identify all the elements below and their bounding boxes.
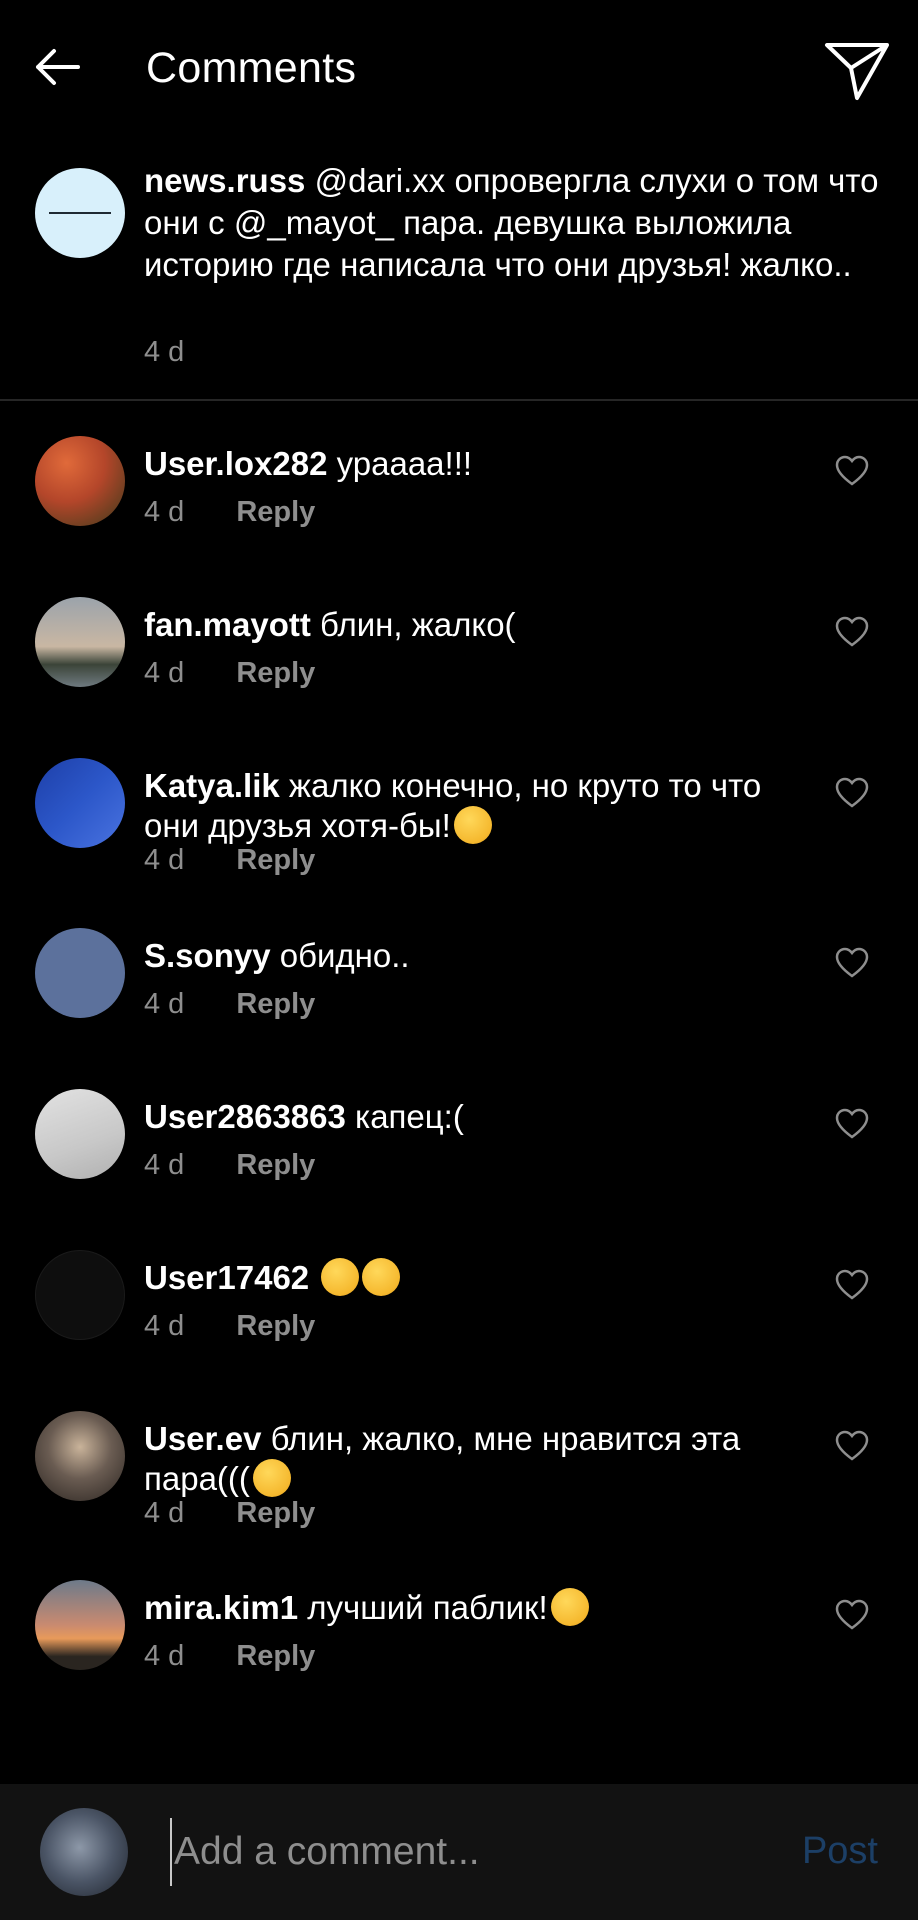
comment-input[interactable] [170,1818,730,1886]
comment-meta: 4 d Reply [144,657,315,690]
comment-username[interactable]: fan.mayott [144,606,311,643]
pensive-face-emoji [362,1258,401,1296]
avatar[interactable] [35,168,125,258]
comment-timestamp: 4 d [144,1149,185,1181]
avatar[interactable] [35,1089,125,1179]
reply-button[interactable]: Reply [236,496,315,529]
comment-username[interactable]: mira.kim1 [144,1589,298,1626]
comment-timestamp: 4 d [144,1640,185,1672]
comment-username[interactable]: User.ev [144,1420,261,1457]
comment-body: урааaa!!! [336,445,473,482]
comment-meta: 4 d Reply [144,496,315,529]
reply-button[interactable]: Reply [236,844,315,877]
comment-username[interactable]: User2863863 [144,1098,346,1135]
comment-text: User2863863 капец:( [144,1097,784,1137]
comment-body: обидно.. [279,937,410,974]
comments-screen: Comments news.russ @dari.xx опровергла с… [0,0,918,1920]
comment-body: капец:( [355,1098,464,1135]
avatar[interactable] [35,928,125,1018]
comment-timestamp: 4 d [144,844,185,876]
avatar[interactable] [35,436,125,526]
comment-text: fan.mayott блин, жалко( [144,605,784,645]
reply-button[interactable]: Reply [236,988,315,1021]
avatar[interactable] [35,758,125,848]
comment-text: mira.kim1 лучший паблик! [144,1588,784,1628]
page-title: Comments [146,44,357,92]
reply-button[interactable]: Reply [236,1497,315,1530]
pensive-face-emoji [321,1258,360,1296]
comment-body: лучший паблик! [307,1589,548,1626]
comment-username[interactable]: Katya.lik [144,767,280,804]
comment-timestamp: 4 d [144,496,185,528]
avatar[interactable] [35,1250,125,1340]
heart-icon[interactable] [835,946,869,980]
heart-icon[interactable] [835,454,869,488]
heart-icon[interactable] [835,1598,869,1632]
share-button[interactable] [822,36,892,106]
divider [0,399,918,401]
back-button[interactable] [30,40,84,94]
caption-text: news.russ @dari.xx опровергла слухи о то… [144,160,909,286]
avatar[interactable] [35,1411,125,1501]
comment-text: User.lox282 урааaa!!! [144,444,784,484]
comment-meta: 4 d Reply [144,1310,315,1343]
reply-button[interactable]: Reply [236,1149,315,1182]
comment-meta: 4 d Reply [144,1640,315,1673]
heart-icon[interactable] [835,776,869,810]
comment-username[interactable]: User17462 [144,1259,309,1296]
avatar[interactable] [35,1580,125,1670]
comment-text: User.ev блин, жалко, мне нравится эта па… [144,1419,784,1499]
comment-timestamp: 4 d [144,657,185,689]
post-caption: news.russ @dari.xx опровергла слухи о то… [0,160,918,400]
comment-timestamp: 4 d [144,1497,185,1529]
reply-button[interactable]: Reply [236,1310,315,1343]
caption-username[interactable]: news.russ [144,162,305,199]
reply-button[interactable]: Reply [236,657,315,690]
post-button[interactable]: Post [802,1830,878,1873]
heart-icon[interactable] [835,615,869,649]
paper-plane-icon [825,43,889,100]
header: Comments [0,0,918,142]
avatar[interactable] [35,597,125,687]
heart-icon[interactable] [835,1107,869,1141]
comment-meta: 4 d Reply [144,988,315,1021]
heart-icon[interactable] [835,1268,869,1302]
comment-timestamp: 4 d [144,988,185,1020]
comment-username[interactable]: S.sonyy [144,937,271,974]
comment-meta: 4 d Reply [144,1149,315,1182]
comment-text: S.sonyy обидно.. [144,936,784,976]
comment-text: User17462 [144,1258,784,1298]
avatar[interactable] [40,1808,128,1896]
reply-button[interactable]: Reply [236,1640,315,1673]
comment-text: Katya.lik жалко конечно, но круто то что… [144,766,784,846]
comment-username[interactable]: User.lox282 [144,445,327,482]
comment-meta: 4 d Reply [144,1497,315,1530]
caption-timestamp: 4 d [144,336,185,368]
heart-icon[interactable] [835,1429,869,1463]
comment-meta: 4 d Reply [144,844,315,877]
arrow-left-icon [36,49,80,85]
comment-composer: Post [0,1784,918,1920]
partying-face-emoji [550,1588,589,1626]
comment-body: блин, жалко( [320,606,516,643]
comment-timestamp: 4 d [144,1310,185,1342]
crying-face-emoji [252,1459,291,1497]
heart-eyes-emoji [453,806,492,844]
